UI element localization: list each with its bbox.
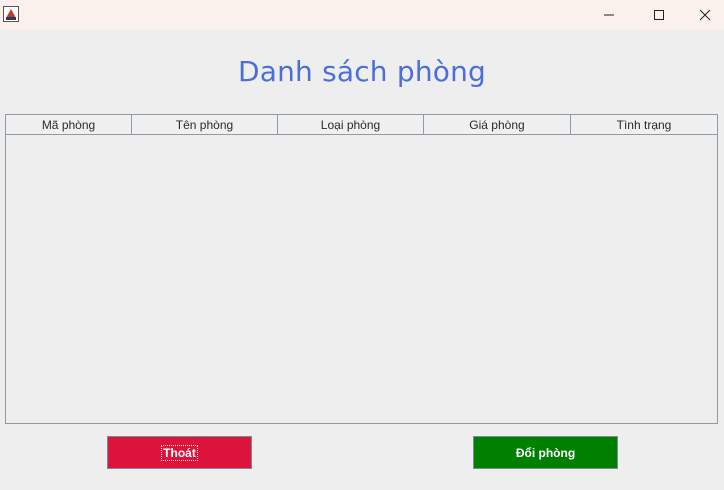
exit-button-label: Thoát xyxy=(161,444,198,461)
column-header-ten-phong[interactable]: Tên phòng xyxy=(132,115,278,134)
change-room-button[interactable]: Đổi phòng xyxy=(473,436,618,469)
maximize-button[interactable] xyxy=(636,0,682,30)
java-app-icon[interactable] xyxy=(3,6,19,22)
table-body[interactable] xyxy=(6,136,717,423)
change-room-button-label: Đổi phòng xyxy=(515,445,576,460)
column-header-gia-phong[interactable]: Giá phòng xyxy=(424,115,571,134)
column-header-ma-phong[interactable]: Mã phòng xyxy=(6,115,132,134)
close-icon xyxy=(699,9,711,21)
minimize-button[interactable] xyxy=(586,0,632,30)
title-bar xyxy=(0,0,724,30)
column-header-loai-phong[interactable]: Loại phòng xyxy=(278,115,424,134)
maximize-icon xyxy=(653,9,665,21)
minimize-icon xyxy=(603,9,615,21)
table-header: Mã phòng Tên phòng Loại phòng Giá phòng … xyxy=(6,115,717,135)
page-title: Danh sách phòng xyxy=(237,55,487,88)
room-table[interactable]: Mã phòng Tên phòng Loại phòng Giá phòng … xyxy=(5,114,718,424)
close-button[interactable] xyxy=(682,0,724,30)
column-header-tinh-trang[interactable]: Tình trạng xyxy=(571,115,717,134)
exit-button[interactable]: Thoát xyxy=(107,436,252,469)
